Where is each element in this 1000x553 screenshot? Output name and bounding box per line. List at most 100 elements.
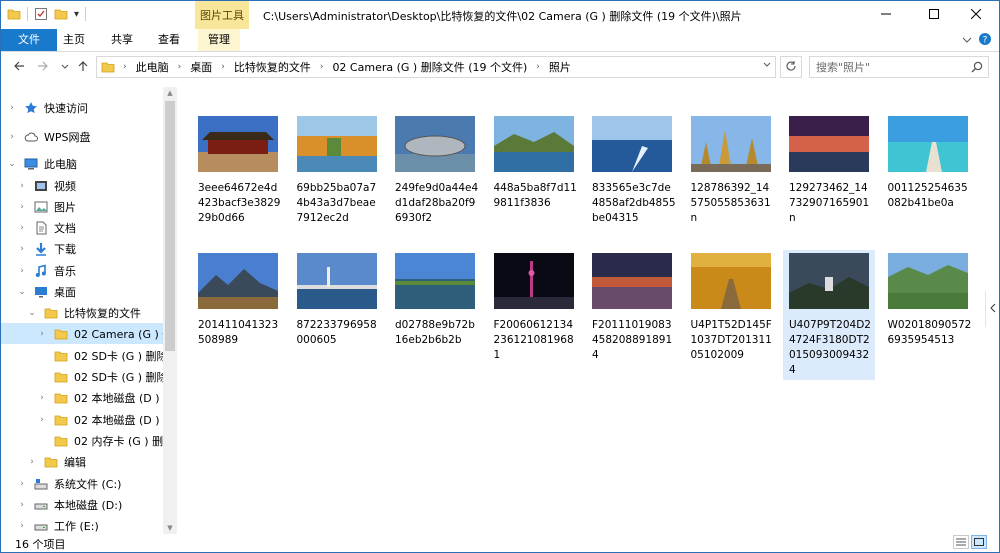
sidebar-item[interactable]: ⌄ 比特恢复的文件 <box>1 302 163 323</box>
maximize-button[interactable] <box>911 1 957 29</box>
file-item[interactable]: F201110190834582088918914 <box>586 250 678 380</box>
file-item[interactable]: 833565e3c7de4858af2db4855be04315 <box>586 113 678 243</box>
search-input[interactable] <box>816 60 966 74</box>
file-item[interactable]: 128786392_14575055853631n <box>685 113 777 243</box>
sea-photo <box>592 116 672 172</box>
sidebar-item[interactable]: › 视频 <box>1 175 163 196</box>
chevron-right-icon[interactable]: › <box>17 521 27 531</box>
properties-check-icon[interactable] <box>34 7 48 21</box>
file-view: 3eee64672e4d423bacf3e382929b0d66 69bb25ba… <box>181 87 981 534</box>
large-icons-view-button[interactable] <box>971 535 987 549</box>
sidebar-item[interactable]: 02 SD卡 (G ) 删除文 <box>1 345 163 366</box>
file-item[interactable]: 69bb25ba07a74b43a3d7beae7912ec2d <box>291 113 383 243</box>
sidebar-item[interactable]: ⌄ 此电脑 <box>1 153 163 174</box>
sidebar-item-label: 视频 <box>54 179 76 193</box>
file-item[interactable]: d02788e9b72b16eb2b6b2b <box>389 250 481 380</box>
file-item[interactable]: F200606121342361210819681 <box>488 250 580 380</box>
sidebar-item[interactable]: › 图片 <box>1 196 163 217</box>
breadcrumb-separator[interactable]: › <box>123 62 127 72</box>
chevron-right-icon[interactable]: › <box>37 415 47 425</box>
scroll-down-icon[interactable]: ▼ <box>165 522 175 534</box>
ribbon-expand-button[interactable] <box>959 32 975 48</box>
sidebar-item[interactable]: › 工作 (E:) <box>1 515 163 534</box>
details-view-button[interactable] <box>953 535 969 549</box>
file-item[interactable]: 201411041323508989 <box>192 250 284 380</box>
address-bar[interactable]: › 此电脑 › 桌面 › 比特恢复的文件 › 02 Camera (G ) 删除… <box>96 56 776 78</box>
chevron-right-icon[interactable]: › <box>17 500 27 510</box>
navigation-pane: ▲ ▼ › 快速访问 › WPS网盘 ⌄ 此电脑 › 视频 › 图片 › 文档 › 下载 › 音乐 ⌄ 桌面 ⌄ 比特… <box>1 87 177 534</box>
tab-manage[interactable]: 管理 <box>198 29 240 51</box>
help-button[interactable]: ? <box>977 32 993 48</box>
breadcrumb-separator[interactable]: › <box>536 62 540 72</box>
sidebar-item[interactable]: › 系统文件 (C:) <box>1 473 163 494</box>
file-item[interactable]: 001125254635082b41be0a <box>882 113 974 243</box>
sidebar-item[interactable]: › 文档 <box>1 217 163 238</box>
preview-pane-toggle[interactable] <box>985 291 999 327</box>
file-item[interactable]: 448a5ba8f7d119811f3836 <box>488 113 580 243</box>
chevron-down-icon[interactable]: ⌄ <box>7 159 17 169</box>
breadcrumb-this-pc[interactable]: 此电脑 <box>136 59 169 75</box>
file-item[interactable]: 872233796958000605 <box>291 250 383 380</box>
sidebar-item[interactable]: › 音乐 <box>1 260 163 281</box>
sidebar-item[interactable]: › 02 Camera (G ) 删除文 <box>1 323 163 344</box>
breadcrumb-separator[interactable]: › <box>221 62 225 72</box>
chevron-right-icon[interactable]: › <box>17 266 27 276</box>
back-button[interactable] <box>11 59 27 75</box>
new-folder-icon[interactable] <box>54 7 68 21</box>
sidebar-item[interactable]: › 编辑 <box>1 451 163 472</box>
file-item[interactable]: U4P1T52D145F1037DT20131105102009 <box>685 250 777 380</box>
sidebar-item[interactable]: › 快速访问 <box>1 97 163 118</box>
tab-share[interactable]: 共享 <box>101 29 143 51</box>
breadcrumb-separator[interactable]: › <box>178 62 182 72</box>
chevron-right-icon[interactable]: › <box>37 393 47 403</box>
sidebar-item[interactable]: › 本地磁盘 (D:) <box>1 494 163 515</box>
chevron-right-icon[interactable]: › <box>27 457 37 467</box>
sidebar-item[interactable]: › 02 本地磁盘 (D ) 删 <box>1 409 163 430</box>
tab-home[interactable]: 主页 <box>53 29 95 51</box>
chevron-right-icon[interactable]: › <box>7 103 17 113</box>
chevron-right-icon[interactable]: › <box>17 223 27 233</box>
minimize-button[interactable] <box>863 1 909 29</box>
search-icon[interactable] <box>971 61 983 76</box>
breadcrumb-desktop[interactable]: 桌面 <box>190 59 212 75</box>
chevron-right-icon[interactable]: › <box>17 479 27 489</box>
recent-locations-button[interactable] <box>57 59 73 75</box>
chevron-right-icon[interactable]: › <box>17 181 27 191</box>
sidebar-item[interactable]: › WPS网盘 <box>1 126 163 147</box>
nav-scrollbar-thumb[interactable] <box>165 101 175 351</box>
up-button[interactable] <box>75 59 91 75</box>
breadcrumb-photos[interactable]: 照片 <box>549 59 571 75</box>
tab-file[interactable]: 文件 <box>1 29 57 51</box>
chevron-right-icon[interactable]: › <box>17 202 27 212</box>
sidebar-item[interactable]: 02 SD卡 (G ) 删除文 <box>1 366 163 387</box>
back-arrow-icon <box>13 60 25 75</box>
close-button[interactable] <box>953 1 999 29</box>
sidebar-item[interactable]: › 下载 <box>1 238 163 259</box>
sidebar-item[interactable]: 02 内存卡 (G ) 删除 <box>1 430 163 451</box>
address-dropdown-button[interactable] <box>763 61 771 72</box>
chevron-down-icon[interactable]: ⌄ <box>17 287 27 297</box>
breadcrumb-camera-folder[interactable]: 02 Camera (G ) 删除文件 (19 个文件) <box>332 59 527 75</box>
chevron-right-icon[interactable]: › <box>17 244 27 254</box>
tab-view[interactable]: 查看 <box>148 29 190 51</box>
file-item[interactable]: W020180905726935954513 <box>882 250 974 380</box>
breadcrumb-recovered-files[interactable]: 比特恢复的文件 <box>234 59 311 75</box>
search-box[interactable] <box>809 56 989 78</box>
chevron-down-icon[interactable]: ⌄ <box>27 308 37 318</box>
chevron-right-icon[interactable]: › <box>37 329 47 339</box>
nav-scrollbar[interactable]: ▲ ▼ <box>163 87 177 534</box>
scroll-up-icon[interactable]: ▲ <box>165 87 175 99</box>
file-item[interactable]: U407P9T204D24724F3180DT20150930094324 <box>783 250 875 380</box>
file-item[interactable]: 3eee64672e4d423bacf3e382929b0d66 <box>192 113 284 243</box>
breadcrumb-separator[interactable]: › <box>320 62 324 72</box>
sidebar-item[interactable]: › 02 本地磁盘 (D ) 删 <box>1 387 163 408</box>
cloud-icon <box>23 129 39 145</box>
refresh-button[interactable] <box>780 56 802 78</box>
chevron-right-icon[interactable]: › <box>7 132 17 142</box>
file-item[interactable]: 249fe9d0a44e4d1daf28ba20f96930f2 <box>389 113 481 243</box>
sidebar-item[interactable]: ⌄ 桌面 <box>1 281 163 302</box>
file-item[interactable]: 129273462_14732907165901n <box>783 113 875 243</box>
qat-dropdown[interactable]: ▾ <box>74 9 79 20</box>
svg-text:?: ? <box>983 35 988 45</box>
forward-button[interactable] <box>35 59 51 75</box>
